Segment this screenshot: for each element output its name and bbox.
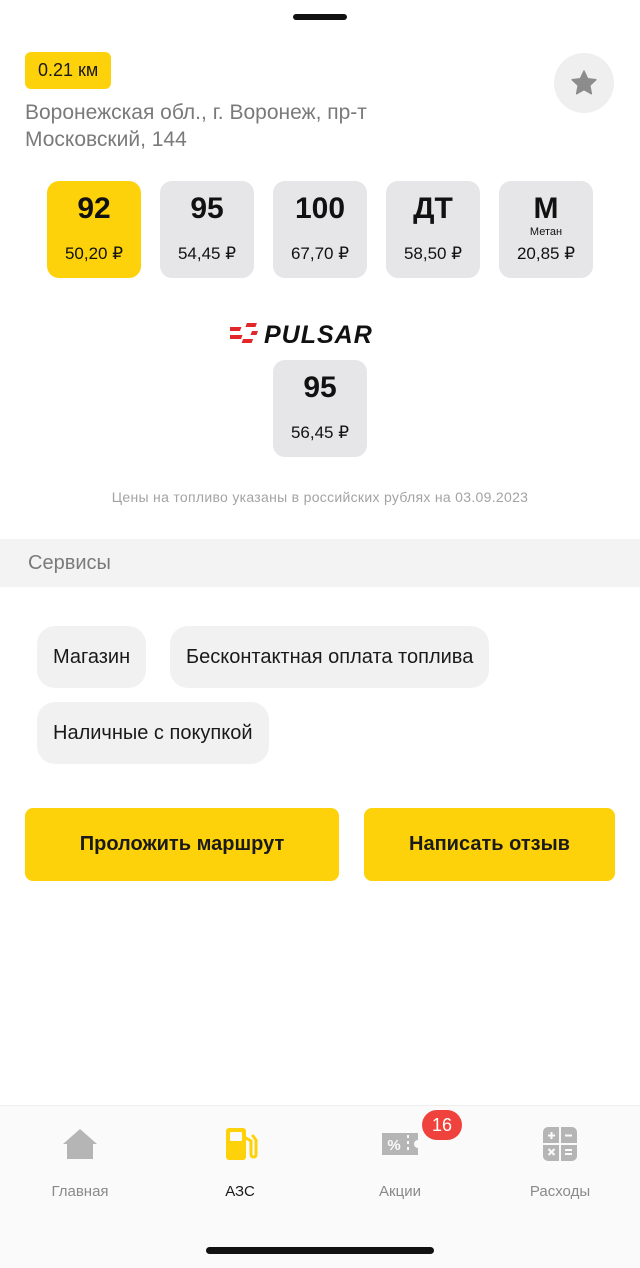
- service-chip-contactless-payment[interactable]: Бесконтактная оплата топлива: [170, 626, 490, 688]
- fuel-grade: 95: [303, 371, 337, 404]
- home-icon: [63, 1129, 97, 1159]
- price-note: Цены на топливо указаны в российских руб…: [111, 489, 529, 505]
- build-route-button[interactable]: Проложить маршрут: [25, 808, 339, 881]
- svg-text:%: %: [387, 1137, 400, 1154]
- tab-expenses-label: Расходы: [529, 1183, 591, 1200]
- fuel-price-list: 92 50,20 ₽ 95 54,45 ₽ 100 67,70 ₽ ДТ 58,…: [47, 181, 593, 278]
- favorite-button[interactable]: [554, 53, 614, 113]
- brand-fuel-list: 95 56,45 ₽: [273, 360, 367, 457]
- pulsar-logo-text: PULSAR: [264, 321, 373, 346]
- star-icon: [571, 70, 597, 95]
- discount-ticket-icon: %: [382, 1133, 418, 1155]
- write-review-button[interactable]: Написать отзыв: [364, 808, 615, 881]
- fuel-grade: 95: [190, 192, 224, 225]
- fuel-grade: 92: [77, 192, 111, 225]
- fuel-grade: 100: [294, 192, 346, 225]
- service-chip-shop[interactable]: Магазин: [37, 626, 147, 688]
- fuel-grade: ДТ: [413, 192, 453, 225]
- fuel-card-100[interactable]: 100 67,70 ₽: [273, 181, 367, 278]
- tab-promotions-label: Акции: [379, 1183, 421, 1200]
- services-title: Сервисы: [28, 552, 111, 574]
- tab-home[interactable]: Главная: [10, 1124, 150, 1200]
- fuel-card-95[interactable]: 95 54,45 ₽: [160, 181, 254, 278]
- fuel-pump-icon: [226, 1128, 258, 1160]
- fuel-price: 54,45 ₽: [177, 244, 237, 263]
- fuel-price: 20,85 ₽: [516, 244, 576, 263]
- tab-gas-stations-label: АЗС: [225, 1183, 255, 1200]
- fuel-subtitle: Метан: [529, 226, 563, 238]
- service-chip-cash-with-purchase[interactable]: Наличные с покупкой: [37, 702, 269, 764]
- fuel-price: 56,45 ₽: [290, 423, 350, 442]
- tab-bar: Главная АЗС % Акции Расходы: [0, 1105, 640, 1268]
- pulsar-logo: PULSAR: [230, 321, 373, 346]
- promotions-count-badge: 16: [422, 1110, 462, 1140]
- fuel-card-methane[interactable]: М Метан 20,85 ₽: [499, 181, 593, 278]
- fuel-card-92[interactable]: 92 50,20 ₽: [47, 181, 141, 278]
- services-header: Сервисы: [0, 539, 640, 587]
- home-indicator[interactable]: [206, 1247, 434, 1254]
- tab-home-label: Главная: [51, 1183, 109, 1200]
- tab-expenses[interactable]: Расходы: [490, 1124, 630, 1200]
- fuel-price: 58,50 ₽: [403, 244, 463, 263]
- calculator-icon: [543, 1127, 577, 1161]
- fuel-card-pulsar-95[interactable]: 95 56,45 ₽: [273, 360, 367, 457]
- sheet-grabber[interactable]: [293, 14, 347, 20]
- fuel-price: 50,20 ₽: [64, 244, 124, 263]
- distance-badge: 0.21 км: [25, 52, 112, 89]
- fuel-price: 67,70 ₽: [290, 244, 350, 263]
- station-address: Воронежская обл., г. Воронеж, пр-т Моско…: [25, 101, 367, 151]
- fuel-grade: М: [533, 192, 559, 225]
- fuel-card-diesel[interactable]: ДТ 58,50 ₽: [386, 181, 480, 278]
- tab-gas-stations[interactable]: АЗС: [170, 1124, 310, 1200]
